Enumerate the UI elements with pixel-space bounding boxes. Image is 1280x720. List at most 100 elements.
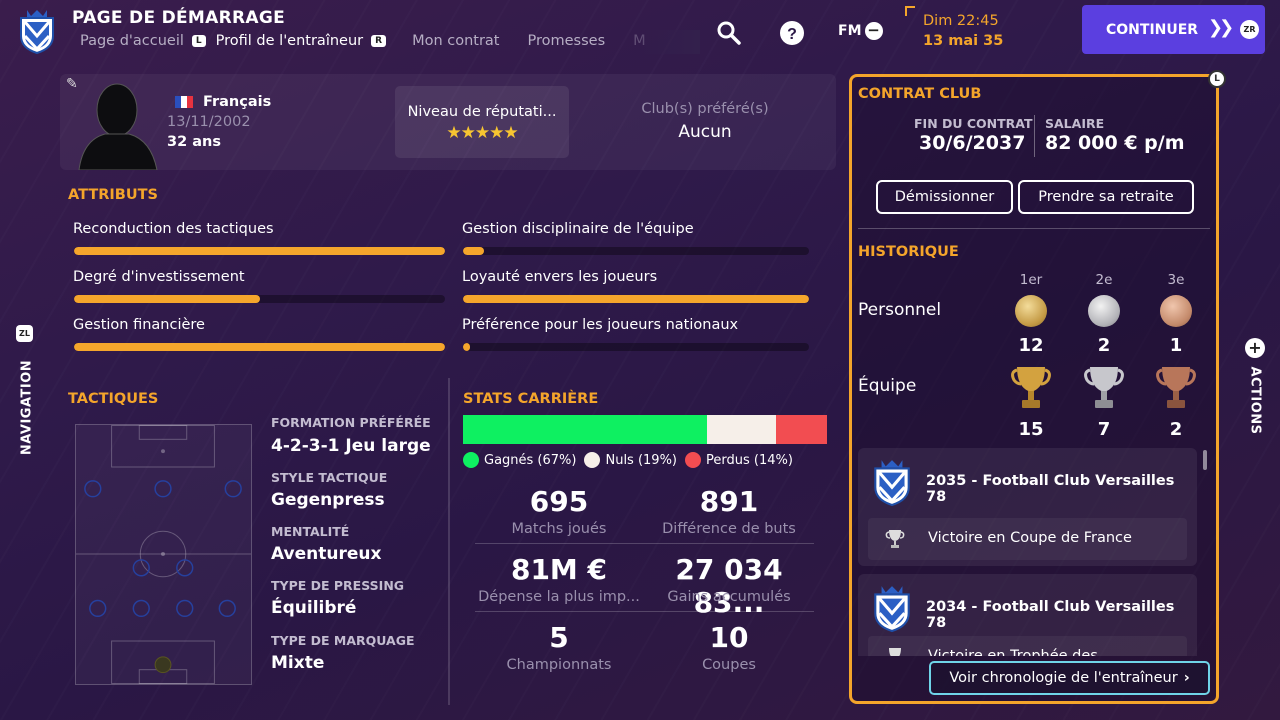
attribute-bar-fill	[463, 247, 484, 255]
stat-value: 891	[699, 485, 759, 518]
help-icon[interactable]: ?	[779, 20, 805, 46]
date-time: Dim 22:45	[923, 13, 999, 29]
key-hint-r: R	[371, 35, 387, 47]
date-day: 13 mai 35	[923, 33, 1004, 49]
cup-icon	[889, 648, 901, 656]
actions-toggle[interactable]: + ACTIONS	[1240, 338, 1270, 458]
tactic-field-value: Équilibré	[271, 598, 357, 618]
history-entry-title: 2035 - Football Club Versailles 78	[926, 473, 1175, 505]
double-chevron-icon: ❯❯	[1208, 17, 1234, 38]
history-entry-text: Victoire en Coupe de France	[928, 530, 1132, 546]
favorite-clubs-label: Club(s) préféré(s)	[641, 101, 769, 117]
favorite-clubs-value: Aucun	[678, 122, 732, 142]
stat-label: Coupes	[702, 657, 756, 673]
draw-legend-dot	[584, 452, 601, 468]
contract-separator	[1034, 115, 1035, 157]
page-title: PAGE DE DÉMARRAGE	[72, 8, 285, 28]
attribute-label: Reconduction des tactiques	[73, 221, 274, 237]
club-crest-icon	[874, 460, 910, 506]
stat-label: Différence de buts	[662, 521, 796, 537]
attribute-bar	[74, 247, 445, 255]
stat-value: 5	[549, 621, 569, 654]
attribute-label: Gestion financière	[73, 317, 205, 333]
gold-medal-icon	[1015, 295, 1047, 327]
view-chronology-label: Voir chronologie de l'entraîneur	[949, 670, 1178, 686]
view-chronology-button[interactable]: Voir chronologie de l'entraîneur ›	[929, 661, 1210, 695]
team-third-count: 2	[1169, 419, 1183, 440]
salary-value: 82 000 € p/m	[1045, 132, 1185, 154]
reputation-box[interactable]: Niveau de réputati... ★★★★★	[395, 86, 569, 158]
personal-first-count: 12	[1018, 335, 1044, 356]
tactic-field-value: 4-2-3-1 Jeu large	[271, 436, 431, 456]
reputation-stars: ★★★★★	[446, 123, 518, 143]
fm-menu-button[interactable]: FM −	[838, 22, 883, 40]
stat-label: Championnats	[506, 657, 612, 673]
personal-second-count: 2	[1097, 335, 1111, 356]
history-entry-detail: Victoire en Trophée des	[868, 636, 1187, 656]
club-crest-icon	[874, 586, 910, 632]
lost-segment	[776, 415, 827, 444]
tab-my-contract[interactable]: Mon contrat	[412, 33, 499, 49]
navigation-toggle[interactable]: ZL NAVIGATION	[12, 320, 38, 470]
attribute-bar	[463, 295, 809, 303]
tab-manager-profile[interactable]: Profil de l'entraîneur	[216, 33, 363, 49]
date-of-birth: 13/11/2002	[167, 114, 251, 130]
tactic-field-label: TYPE DE PRESSING	[271, 578, 405, 593]
game-date: Dim 22:45 13 mai 35	[905, 6, 1065, 56]
history-scrollbar[interactable]	[1203, 450, 1207, 470]
tab-promises[interactable]: Promesses	[528, 33, 606, 49]
club-crest-icon[interactable]	[18, 8, 56, 54]
won-legend-label: Gagnés (67%)	[484, 452, 577, 468]
panel-divider	[858, 228, 1210, 229]
silver-medal-icon	[1088, 295, 1120, 327]
continue-label: CONTINUER	[1106, 21, 1199, 38]
navigation-label: NAVIGATION	[19, 359, 35, 456]
results-bar	[463, 415, 827, 444]
history-entry[interactable]: 2034 - Football Club Versailles 78 Victo…	[858, 574, 1197, 656]
attribute-label: Loyauté envers les joueurs	[462, 269, 658, 285]
team-first-count: 15	[1018, 419, 1044, 440]
continue-button[interactable]: CONTINUER ❯❯ ZR	[1082, 5, 1265, 54]
stat-value: 695	[529, 485, 589, 518]
fm-label: FM	[838, 23, 862, 39]
history-entry[interactable]: 2035 - Football Club Versailles 78 Victo…	[858, 448, 1197, 566]
tab-fade	[640, 30, 700, 54]
attribute-bar-fill	[74, 247, 445, 255]
section-divider	[448, 378, 450, 705]
lost-legend-dot	[685, 452, 702, 468]
stat-value: 10	[709, 621, 749, 654]
attribute-label: Préférence pour les joueurs nationaux	[462, 317, 739, 333]
tab-home[interactable]: Page d'accueil	[80, 33, 184, 49]
stat-value: 81M €	[510, 553, 608, 586]
tactic-field-value: Mixte	[271, 653, 325, 673]
clock-key-hint-icon: L	[1208, 70, 1226, 88]
attribute-label: Degré d'investissement	[73, 269, 245, 285]
stat-value: 27 034 83...	[675, 553, 783, 619]
key-hint-zl: ZL	[16, 325, 33, 342]
attribute-bar	[74, 343, 445, 351]
tactics-title: TACTIQUES	[68, 391, 159, 407]
stats-divider	[475, 611, 814, 612]
formation-pitch[interactable]	[75, 424, 252, 685]
key-hint-l: L	[191, 35, 206, 47]
edit-pencil-icon[interactable]: ✎	[66, 76, 78, 92]
draw-segment	[706, 415, 777, 444]
won-legend-dot	[463, 452, 479, 468]
search-icon[interactable]	[716, 20, 742, 46]
top-bar: PAGE DE DÉMARRAGE Page d'accueil L Profi…	[0, 0, 1280, 70]
attributes-title: ATTRIBUTS	[68, 187, 158, 203]
place-header: 3e	[1167, 272, 1185, 288]
team-row-label: Équipe	[858, 376, 917, 396]
attribute-label: Gestion disciplinaire de l'équipe	[462, 221, 694, 237]
attribute-bar	[463, 343, 809, 351]
attribute-bar	[463, 247, 809, 255]
team-second-count: 7	[1097, 419, 1111, 440]
date-corner-decoration	[905, 6, 915, 16]
history-title: HISTORIQUE	[858, 244, 959, 260]
history-list[interactable]: 2035 - Football Club Versailles 78 Victo…	[858, 448, 1208, 656]
attribute-bar-fill	[463, 343, 470, 351]
resign-button[interactable]: Démissionner	[876, 180, 1013, 214]
silver-trophy-icon	[1084, 367, 1124, 408]
nationality-label: Français	[203, 94, 272, 110]
retire-button[interactable]: Prendre sa retraite	[1018, 180, 1194, 214]
